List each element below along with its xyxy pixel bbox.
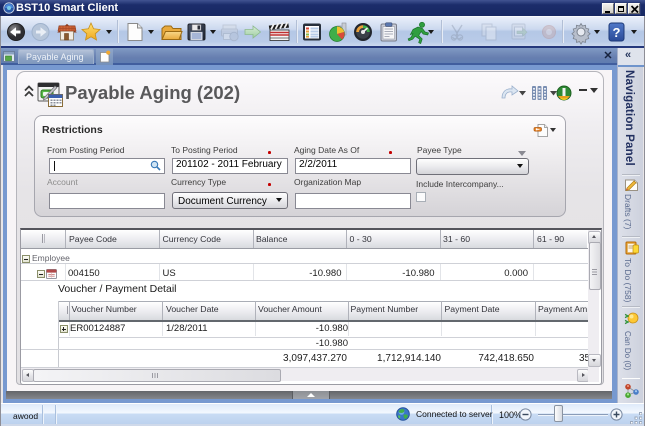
svg-text:?: ? (613, 25, 621, 40)
